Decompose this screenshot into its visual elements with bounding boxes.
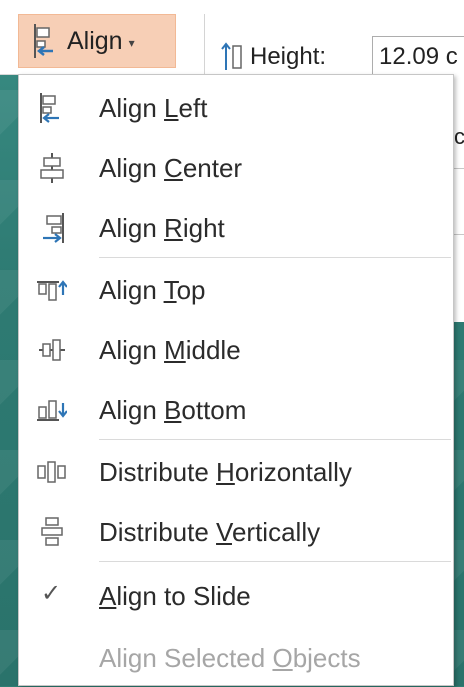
menu-item-align-top[interactable]: Align Top bbox=[19, 259, 453, 319]
menu-item-align-selected-objects: Align Selected Objects bbox=[19, 627, 453, 687]
align-center-icon bbox=[37, 153, 67, 183]
align-button-label: Align bbox=[67, 26, 123, 55]
height-label: Height: bbox=[250, 43, 327, 70]
align-dropdown-button[interactable]: Align ▾ bbox=[18, 14, 176, 68]
menu-item-align-bottom[interactable]: Align Bottom bbox=[19, 379, 453, 439]
menu-item-label: Align Selected Objects bbox=[99, 643, 361, 673]
menu-separator bbox=[99, 561, 451, 562]
align-icon bbox=[31, 24, 59, 58]
distribute-vertically-icon bbox=[37, 517, 67, 547]
ribbon-divider bbox=[204, 14, 205, 74]
overflow-text: c bbox=[454, 124, 464, 149]
chevron-down-icon: ▾ bbox=[128, 36, 135, 50]
menu-item-label: Distribute Vertically bbox=[99, 517, 321, 547]
menu-item-distribute-vertically[interactable]: Distribute Vertically bbox=[19, 501, 453, 561]
align-left-icon bbox=[37, 93, 67, 123]
menu-item-distribute-horizontally[interactable]: Distribute Horizontally bbox=[19, 441, 453, 501]
menu-item-label: Align Bottom bbox=[99, 395, 247, 425]
height-input[interactable]: 12.09 c bbox=[372, 36, 464, 76]
align-dropdown-menu: Align Left Align Center Align Right Alig… bbox=[18, 74, 454, 686]
menu-item-align-middle[interactable]: Align Middle bbox=[19, 319, 453, 379]
ribbon-toolbar: Align ▾ Height: 12.09 c bbox=[0, 0, 464, 76]
menu-item-align-left[interactable]: Align Left bbox=[19, 77, 453, 137]
shape-height-icon bbox=[220, 42, 244, 72]
align-bottom-icon bbox=[37, 395, 67, 425]
menu-item-label: Align Right bbox=[99, 213, 225, 243]
menu-item-label: Align Middle bbox=[99, 335, 241, 365]
menu-separator bbox=[99, 257, 451, 258]
menu-item-align-right[interactable]: Align Right bbox=[19, 197, 453, 257]
align-right-icon bbox=[37, 213, 67, 243]
checkmark-icon: ✓ bbox=[41, 580, 62, 607]
menu-item-label: Align Top bbox=[99, 275, 206, 305]
menu-item-label: Align Center bbox=[99, 153, 243, 183]
menu-item-label: Align Left bbox=[99, 93, 208, 123]
menu-item-label: Align to Slide bbox=[99, 581, 251, 611]
distribute-horizontally-icon bbox=[37, 457, 67, 487]
menu-item-align-to-slide[interactable]: ✓ Align to Slide bbox=[19, 565, 453, 625]
align-top-icon bbox=[37, 275, 67, 305]
align-middle-icon bbox=[37, 335, 67, 365]
menu-item-label: Distribute Horizontally bbox=[99, 457, 352, 487]
menu-separator bbox=[99, 439, 451, 440]
height-group: Height: bbox=[220, 42, 326, 72]
menu-item-align-center[interactable]: Align Center bbox=[19, 137, 453, 197]
